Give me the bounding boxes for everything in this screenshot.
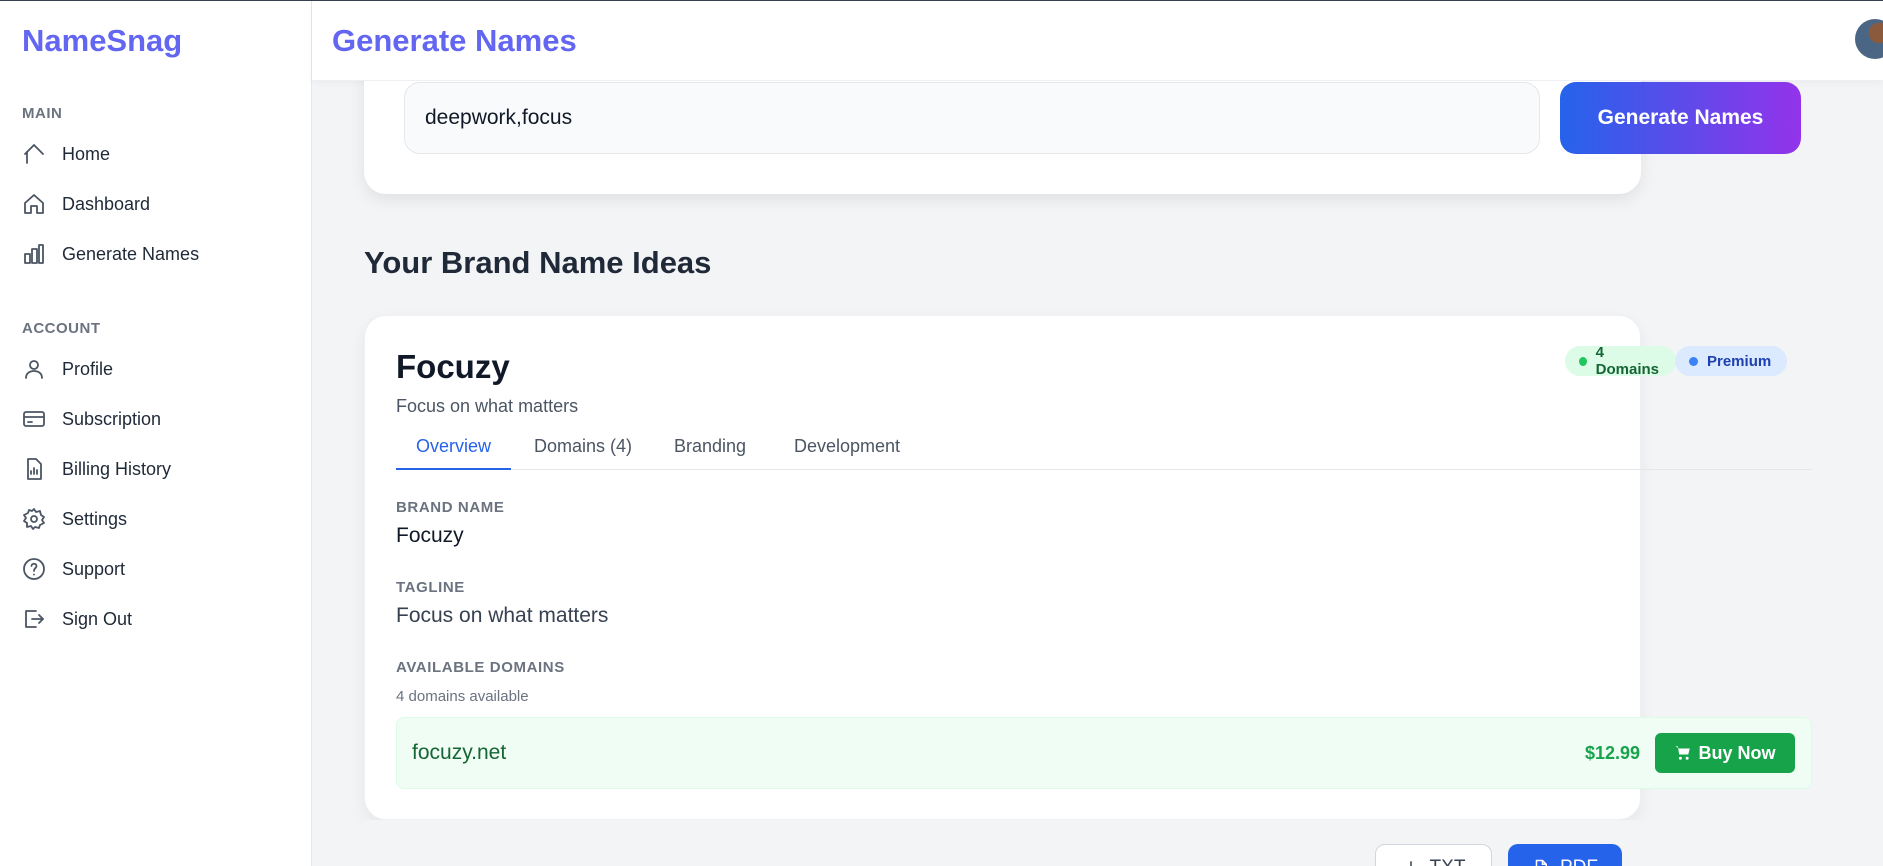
section-label-main: MAIN	[22, 105, 63, 122]
receipt-icon	[22, 457, 46, 481]
sign-out-icon	[22, 607, 46, 631]
sidebar-item-label: Support	[62, 558, 126, 579]
status-dot-icon	[1579, 356, 1587, 366]
sidebar-item-generate-names[interactable]: Generate Names	[10, 232, 302, 276]
domains-badge-label: 4 Domains	[1595, 344, 1660, 378]
premium-badge-label: Premium	[1707, 352, 1772, 370]
sidebar-item-label: Generate Names	[62, 243, 200, 264]
section-label-account: ACCOUNT	[22, 320, 101, 337]
download-icon	[1409, 861, 1412, 866]
tab-development[interactable]: Development	[774, 428, 920, 470]
sidebar-item-dashboard[interactable]: Dashboard	[10, 182, 302, 226]
tab-domains[interactable]: Domains (4)	[514, 428, 652, 470]
sidebar-item-billing-history[interactable]: Billing History	[10, 447, 302, 491]
brand-title: Focuzy	[396, 348, 510, 385]
available-domains-label: AVAILABLE DOMAINS	[396, 659, 565, 676]
sidebar: NameSnag MAIN Home Dashboard Generate Na…	[0, 1, 312, 866]
buy-now-button[interactable]: Buy Now	[1655, 733, 1795, 773]
sidebar-item-sign-out[interactable]: Sign Out	[10, 597, 302, 641]
brand-name-label: BRAND NAME	[396, 499, 505, 516]
cart-icon	[1675, 746, 1691, 760]
export-bar: TXT PDF	[364, 820, 1641, 866]
gear-icon	[22, 507, 46, 531]
generate-names-button[interactable]: Generate Names	[1560, 82, 1801, 154]
house-icon	[22, 192, 46, 216]
user-icon	[22, 357, 46, 381]
brand-tagline: Focus on what matters	[396, 396, 579, 416]
export-txt-label: TXT	[1430, 857, 1466, 866]
main-content: Generate Names Your Brand Name Ideas Foc…	[312, 81, 1883, 866]
sidebar-item-label: Home	[62, 143, 111, 164]
domains-count-note: 4 domains available	[396, 688, 529, 705]
sidebar-item-settings[interactable]: Settings	[10, 497, 302, 541]
sidebar-item-label: Subscription	[62, 408, 162, 429]
name-idea-card: Focuzy Focus on what matters 4 Domains P…	[364, 315, 1812, 820]
domain-name: focuzy.net	[412, 741, 507, 764]
search-card: Generate Names	[364, 81, 1801, 194]
app-logo[interactable]: NameSnag	[22, 23, 182, 59]
bar-chart-icon	[22, 242, 46, 266]
home-icon	[22, 142, 46, 166]
credit-card-icon	[22, 407, 46, 431]
status-dot-icon	[1689, 356, 1698, 366]
sidebar-item-support[interactable]: Support	[10, 547, 302, 591]
domain-price: $12.99	[1585, 743, 1641, 763]
tagline-label: TAGLINE	[396, 579, 465, 596]
export-pdf-label: PDF	[1560, 857, 1598, 866]
help-circle-icon	[22, 557, 46, 581]
sidebar-item-label: Settings	[62, 508, 128, 529]
card-tabs: Overview Domains (4) Branding Developmen…	[396, 428, 1812, 470]
avatar[interactable]	[1855, 19, 1883, 59]
sidebar-item-subscription[interactable]: Subscription	[10, 397, 302, 441]
sidebar-item-label: Billing History	[62, 458, 172, 479]
page-title: Generate Names	[332, 23, 577, 58]
sidebar-item-profile[interactable]: Profile	[10, 347, 302, 391]
tagline-value: Focus on what matters	[396, 604, 609, 627]
tab-overview[interactable]: Overview	[396, 428, 512, 470]
results-heading: Your Brand Name Ideas	[364, 245, 712, 280]
keywords-input[interactable]	[404, 82, 1540, 154]
file-icon	[1535, 859, 1547, 866]
sidebar-item-label: Dashboard	[62, 193, 151, 214]
premium-badge: Premium	[1675, 346, 1788, 376]
sidebar-item-home[interactable]: Home	[10, 132, 302, 176]
top-header: Generate Names	[312, 1, 1883, 81]
tab-branding[interactable]: Branding	[654, 428, 766, 470]
sidebar-item-label: Sign Out	[62, 608, 133, 629]
domains-badge: 4 Domains	[1565, 344, 1677, 378]
export-txt-button[interactable]: TXT	[1375, 844, 1492, 866]
brand-name-value: Focuzy	[396, 524, 464, 547]
buy-now-label: Buy Now	[1698, 742, 1776, 763]
export-pdf-button[interactable]: PDF	[1508, 844, 1622, 866]
sidebar-item-label: Profile	[62, 358, 114, 379]
domain-row: focuzy.net $12.99 Buy Now	[396, 717, 1812, 789]
